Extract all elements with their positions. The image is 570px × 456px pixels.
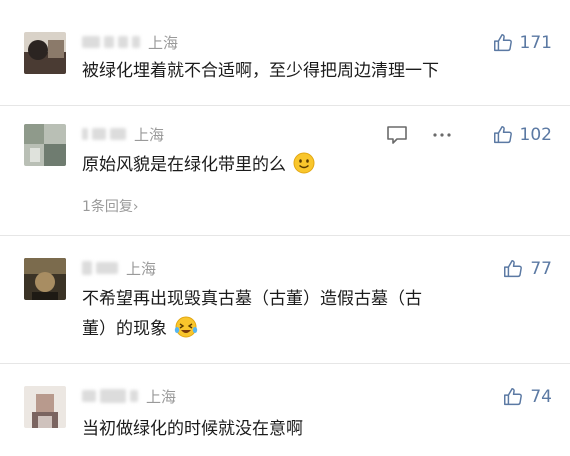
- avatar[interactable]: [24, 32, 66, 74]
- blurred-username: [100, 389, 126, 403]
- location-label: 上海: [148, 33, 179, 52]
- like-button[interactable]: 77: [502, 258, 552, 280]
- like-count: 171: [519, 33, 552, 53]
- like-count: 77: [530, 259, 552, 279]
- blurred-username: [118, 36, 128, 48]
- smile-emoji: [293, 152, 315, 184]
- username-row: 上海: [82, 32, 178, 52]
- comment-item: 上海 74 当初做绿化的时候就没在意啊: [0, 386, 570, 450]
- thumbs-up-icon: [504, 260, 523, 278]
- comment-text-block: 不希望再出现毁真古墓（古董）造假古墓（古 董）的现象: [82, 284, 552, 348]
- blurred-username[interactable]: [82, 36, 100, 48]
- comment-text-row: 原始风貌是在绿化带里的么: [82, 150, 552, 184]
- divider: [0, 363, 570, 364]
- comment-icon[interactable]: [385, 124, 409, 146]
- comment-text: 当初做绿化的时候就没在意啊: [82, 419, 303, 439]
- comment-actions: [385, 124, 453, 146]
- blurred-username[interactable]: [82, 390, 96, 402]
- thumbs-up-icon: [493, 34, 512, 52]
- avatar[interactable]: [24, 258, 66, 300]
- like-button[interactable]: 102: [492, 124, 552, 146]
- comment-item: 上海 102 原始风貌是在绿化带里的么 1条回复›: [0, 124, 570, 224]
- username-row: 上海: [82, 386, 176, 406]
- comment-text: 原始风貌是在绿化带里的么: [82, 155, 286, 175]
- thumbs-up-icon: [493, 126, 512, 144]
- comment-item: 上海 77 不希望再出现毁真古墓（古董）造假古墓（古 董）的现象: [0, 258, 570, 348]
- blurred-username: [96, 262, 118, 274]
- blurred-username[interactable]: [82, 261, 92, 275]
- comment-text-line: 不希望再出现毁真古墓（古董）造假古墓（古: [82, 289, 422, 309]
- laughing-emoji: [174, 316, 198, 348]
- like-count: 74: [530, 387, 552, 407]
- comment-text-line: 董）的现象: [82, 319, 167, 339]
- username-row: 上海: [82, 258, 156, 278]
- comment-text-line-2: 董）的现象: [82, 314, 552, 348]
- like-count: 102: [519, 125, 552, 145]
- thumbs-up-icon: [504, 388, 523, 406]
- view-replies-link[interactable]: 1条回复›: [82, 196, 139, 216]
- blurred-username: [130, 390, 138, 402]
- location-label: 上海: [146, 387, 177, 406]
- comment-item: 上海 171 被绿化埋着就不合适啊，至少得把周边清理一下: [0, 32, 570, 92]
- location-label: 上海: [134, 125, 165, 144]
- avatar[interactable]: [24, 124, 66, 166]
- avatar[interactable]: [24, 386, 66, 428]
- blurred-username[interactable]: [82, 128, 88, 140]
- comment-text: 被绿化埋着就不合适啊，至少得把周边清理一下: [82, 61, 439, 81]
- location-label: 上海: [126, 259, 157, 278]
- comment-list: 上海 171 被绿化埋着就不合适啊，至少得把周边清理一下 上海 102 原始风貌…: [0, 0, 570, 456]
- divider: [0, 235, 570, 236]
- more-icon[interactable]: [431, 124, 453, 146]
- blurred-username: [110, 128, 126, 140]
- blurred-username: [92, 128, 106, 140]
- divider: [0, 105, 570, 106]
- username-row: 上海: [82, 124, 164, 144]
- like-button[interactable]: 74: [502, 386, 552, 408]
- blurred-username: [132, 36, 140, 48]
- like-button[interactable]: 171: [492, 32, 552, 54]
- blurred-username: [104, 36, 114, 48]
